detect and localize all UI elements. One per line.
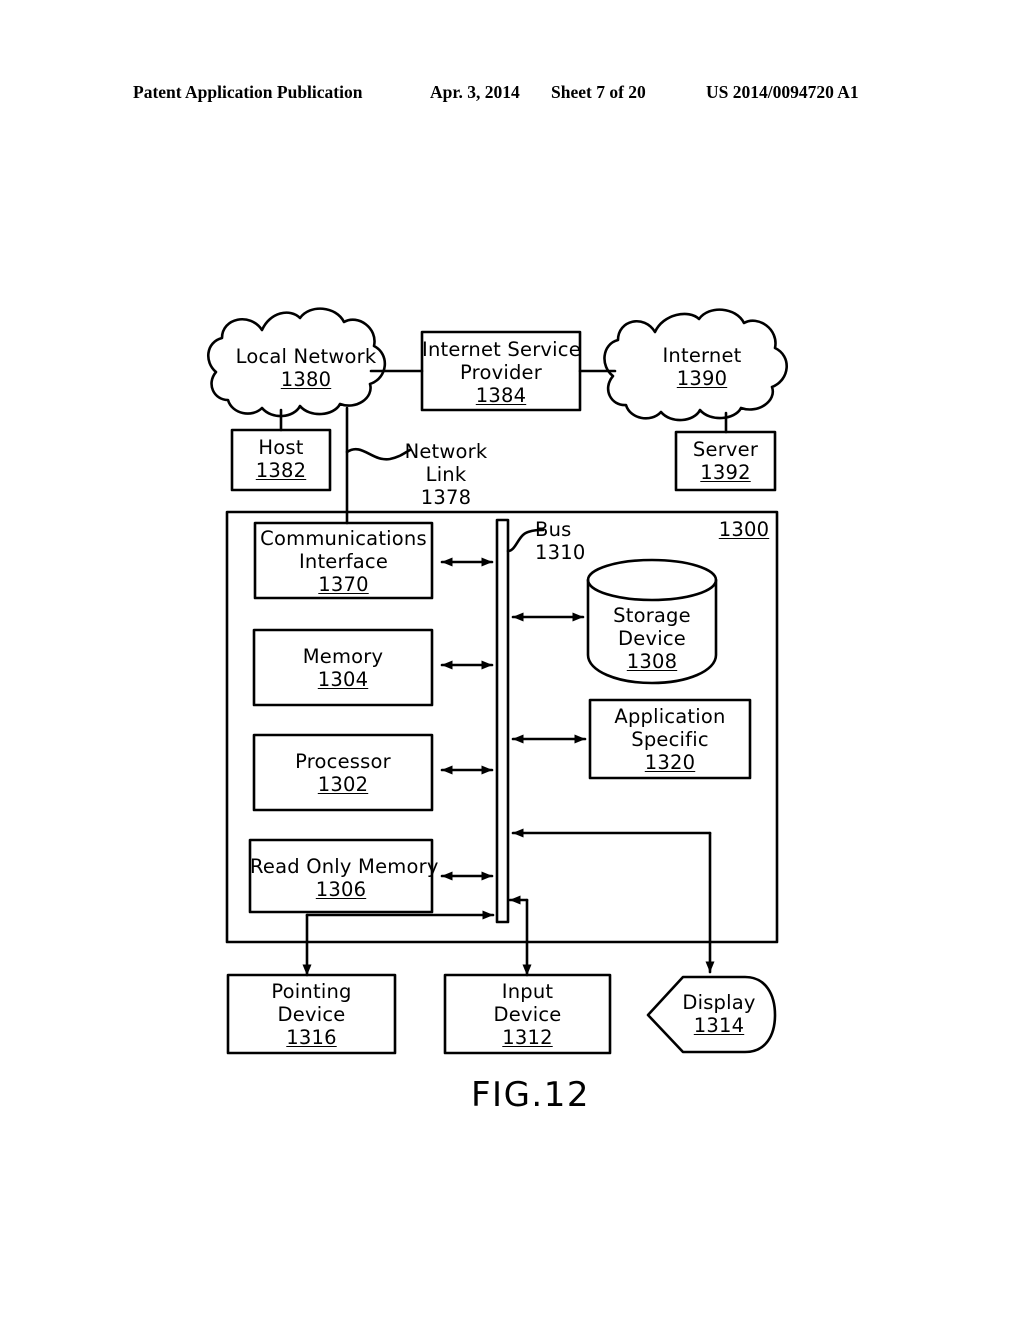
read-only-memory-title: Read Only Memory	[250, 855, 439, 878]
application-specific-line1: Application	[614, 705, 726, 728]
server-label: Server 1392	[676, 438, 775, 484]
storage-device-label: Storage Device 1308	[588, 604, 716, 673]
input-device-ref: 1312	[502, 1026, 553, 1049]
application-specific-ref: 1320	[644, 751, 696, 774]
storage-cylinder-top	[586, 558, 718, 602]
network-link-ref: 1378	[420, 486, 472, 509]
processor-label: Processor 1302	[254, 750, 432, 796]
bus-title: Bus	[535, 518, 572, 541]
communications-interface-ref: 1370	[318, 573, 369, 596]
input-device-label: Input Device 1312	[445, 980, 610, 1049]
memory-title: Memory	[302, 645, 384, 668]
internet-title: Internet	[662, 344, 742, 367]
application-specific-line2: Specific	[631, 728, 709, 751]
server-ref: 1392	[700, 461, 751, 484]
memory-label: Memory 1304	[254, 645, 432, 691]
computer-system-ref: 1300	[718, 518, 770, 541]
bus-ref: 1310	[535, 541, 586, 564]
display-label: Display 1314	[664, 991, 774, 1037]
display-title: Display	[682, 991, 756, 1014]
communications-interface-label: Communications Interface 1370	[255, 527, 432, 596]
storage-device-line2: Device	[618, 627, 686, 650]
display-ref: 1314	[693, 1014, 745, 1037]
server-title: Server	[692, 438, 759, 461]
network-link-line2: Link	[425, 463, 467, 486]
read-only-memory-label: Read Only Memory 1306	[250, 855, 438, 901]
local-network-ref: 1380	[280, 368, 332, 391]
network-link-label: Network Link 1378	[398, 440, 494, 509]
processor-title: Processor	[295, 750, 391, 773]
internet-ref: 1390	[676, 367, 728, 390]
local-network-label: Local Network 1380	[222, 345, 390, 391]
input-device-line1: Input	[501, 980, 554, 1003]
computer-system-ref-label: 1300	[714, 518, 774, 541]
host-ref: 1382	[255, 459, 307, 482]
internet-label: Internet 1390	[628, 344, 776, 390]
communications-interface-line1: Communications	[260, 527, 427, 550]
figure-12-diagram: Local Network 1380 Internet Service Prov…	[0, 0, 1024, 1320]
input-device-line2: Device	[493, 1003, 562, 1026]
figure-caption-text: FIG.12	[471, 1075, 591, 1115]
isp-title-line2: Provider	[460, 361, 542, 384]
application-specific-label: Application Specific 1320	[590, 705, 750, 774]
memory-ref: 1304	[317, 668, 369, 691]
pointing-device-line2: Device	[277, 1003, 346, 1026]
network-link-line1: Network	[404, 440, 488, 463]
pointing-device-label: Pointing Device 1316	[228, 980, 395, 1049]
figure-caption: FIG.12	[471, 1075, 590, 1115]
host-title: Host	[258, 436, 304, 459]
communications-interface-line2: Interface	[298, 550, 389, 573]
isp-title-line1: Internet Service	[422, 338, 581, 361]
processor-ref: 1302	[317, 773, 369, 796]
pointing-device-ref: 1316	[286, 1026, 337, 1049]
local-network-title: Local Network	[235, 345, 377, 368]
pointing-device-line1: Pointing	[271, 980, 352, 1003]
bus-label: Bus 1310	[535, 518, 597, 564]
diagram-vector-layer	[207, 307, 788, 1055]
isp-ref: 1384	[475, 384, 527, 407]
host-label: Host 1382	[232, 436, 330, 482]
bus-bar	[495, 518, 510, 924]
read-only-memory-ref: 1306	[315, 878, 367, 901]
storage-device-line1: Storage	[613, 604, 691, 627]
storage-device-ref: 1308	[626, 650, 678, 673]
isp-label: Internet Service Provider 1384	[422, 338, 581, 407]
